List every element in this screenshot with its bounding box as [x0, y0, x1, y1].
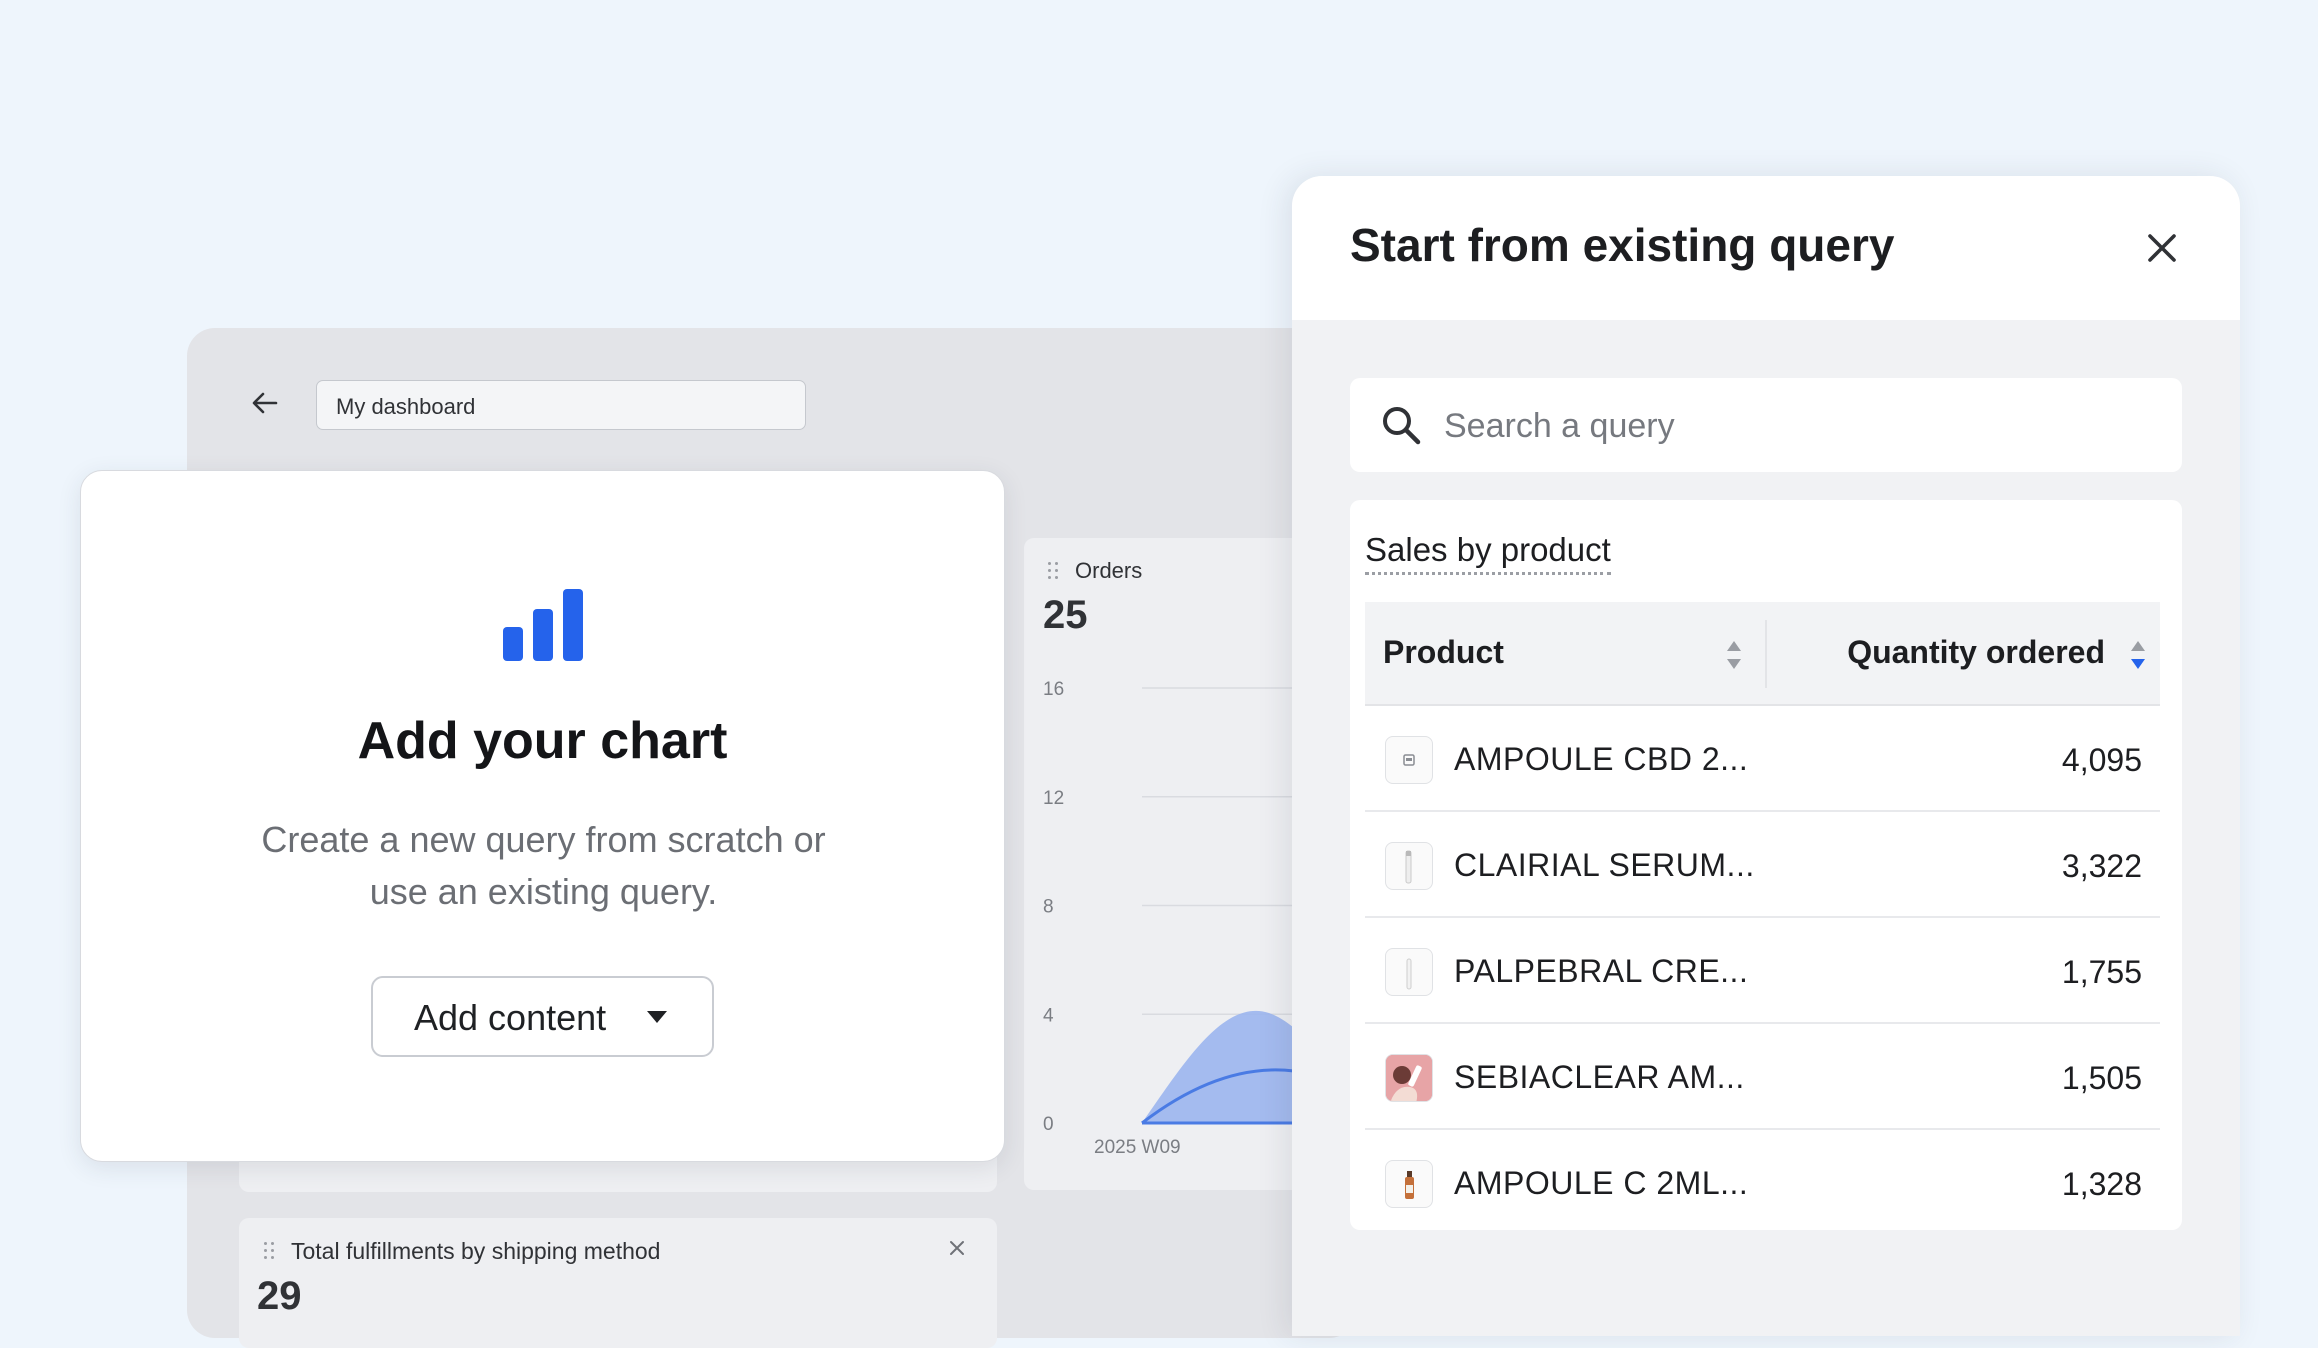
product-name: PALPEBRAL CRE...	[1454, 953, 1749, 989]
add-chart-title: Add your chart	[357, 712, 728, 770]
x-tick-label: 2025 W09	[1094, 1137, 1181, 1158]
add-content-button[interactable]: Add content	[371, 976, 714, 1057]
search-icon	[1383, 407, 1421, 445]
table-row[interactable]: AMPOULE CBD 2... 4,095	[1365, 706, 2160, 812]
query-result-title[interactable]: Sales by product	[1365, 531, 1611, 575]
sales-table: Product Quantity ordered AMPOULE CBD 2..…	[1365, 602, 2160, 1236]
bottle-product-icon	[1385, 1160, 1433, 1208]
close-icon[interactable]	[2142, 228, 2182, 268]
fulfillments-card[interactable]: Total fulfillments by shipping method 29	[239, 1218, 997, 1348]
back-arrow-icon[interactable]	[248, 386, 282, 420]
close-icon[interactable]	[947, 1238, 967, 1258]
column-divider	[1765, 620, 1767, 688]
dashboard-title-input[interactable]: My dashboard	[316, 380, 806, 430]
existing-query-modal: Start from existing query Sales by produ…	[1292, 176, 2240, 1336]
sort-descending-icon[interactable]	[2129, 639, 2147, 671]
table-row[interactable]: PALPEBRAL CRE... 1,755	[1365, 918, 2160, 1024]
quantity-value: 3,322	[2061, 848, 2142, 884]
tube-product-icon	[1385, 842, 1433, 890]
bar-chart-icon	[503, 589, 583, 661]
fulfillments-card-title: Total fulfillments by shipping method	[291, 1238, 661, 1264]
drag-handle-icon[interactable]	[264, 1242, 278, 1262]
column-header-quantity[interactable]: Quantity ordered	[1847, 634, 2105, 671]
photo-product-icon	[1385, 1054, 1433, 1102]
query-result-card[interactable]: Sales by product Product Quantity ordere…	[1350, 500, 2182, 1230]
search-input[interactable]	[1442, 398, 2146, 454]
product-name: CLAIRIAL SERUM...	[1454, 847, 1755, 883]
quantity-value: 1,328	[2061, 1166, 2142, 1202]
fulfillments-card-value: 29	[257, 1274, 302, 1318]
table-row[interactable]: AMPOULE C 2ML... 1,328	[1365, 1130, 2160, 1236]
table-row[interactable]: SEBIACLEAR AM... 1,505	[1365, 1024, 2160, 1130]
product-name: SEBIACLEAR AM...	[1454, 1059, 1745, 1095]
dashboard-title-text: My dashboard	[336, 394, 476, 419]
y-tick-label: 16	[1043, 679, 1064, 700]
product-name: AMPOULE C 2ML...	[1454, 1165, 1749, 1201]
y-tick-label: 0	[1043, 1114, 1054, 1135]
y-tick-label: 12	[1043, 788, 1064, 809]
quantity-value: 4,095	[2061, 742, 2142, 778]
caret-down-icon	[647, 1011, 667, 1023]
quantity-value: 1,755	[2061, 954, 2142, 990]
modal-header: Start from existing query	[1292, 176, 2240, 320]
box-product-icon	[1385, 736, 1433, 784]
query-search-box[interactable]	[1350, 378, 2182, 472]
add-chart-description: Create a new query from scratch or use a…	[261, 819, 826, 912]
tube-product-icon	[1385, 948, 1433, 996]
modal-title: Start from existing query	[1350, 219, 1895, 271]
y-tick-label: 8	[1043, 897, 1054, 918]
sort-icon[interactable]	[1725, 639, 1743, 671]
product-name: AMPOULE CBD 2...	[1454, 741, 1749, 777]
add-content-label: Add content	[414, 997, 607, 1038]
y-tick-label: 4	[1043, 1005, 1054, 1026]
quantity-value: 1,505	[2061, 1060, 2142, 1096]
table-header: Product Quantity ordered	[1365, 602, 2160, 706]
column-header-product[interactable]: Product	[1383, 634, 1504, 671]
table-row[interactable]: CLAIRIAL SERUM... 3,322	[1365, 812, 2160, 918]
add-chart-card: Add your chart Create a new query from s…	[80, 470, 1005, 1162]
